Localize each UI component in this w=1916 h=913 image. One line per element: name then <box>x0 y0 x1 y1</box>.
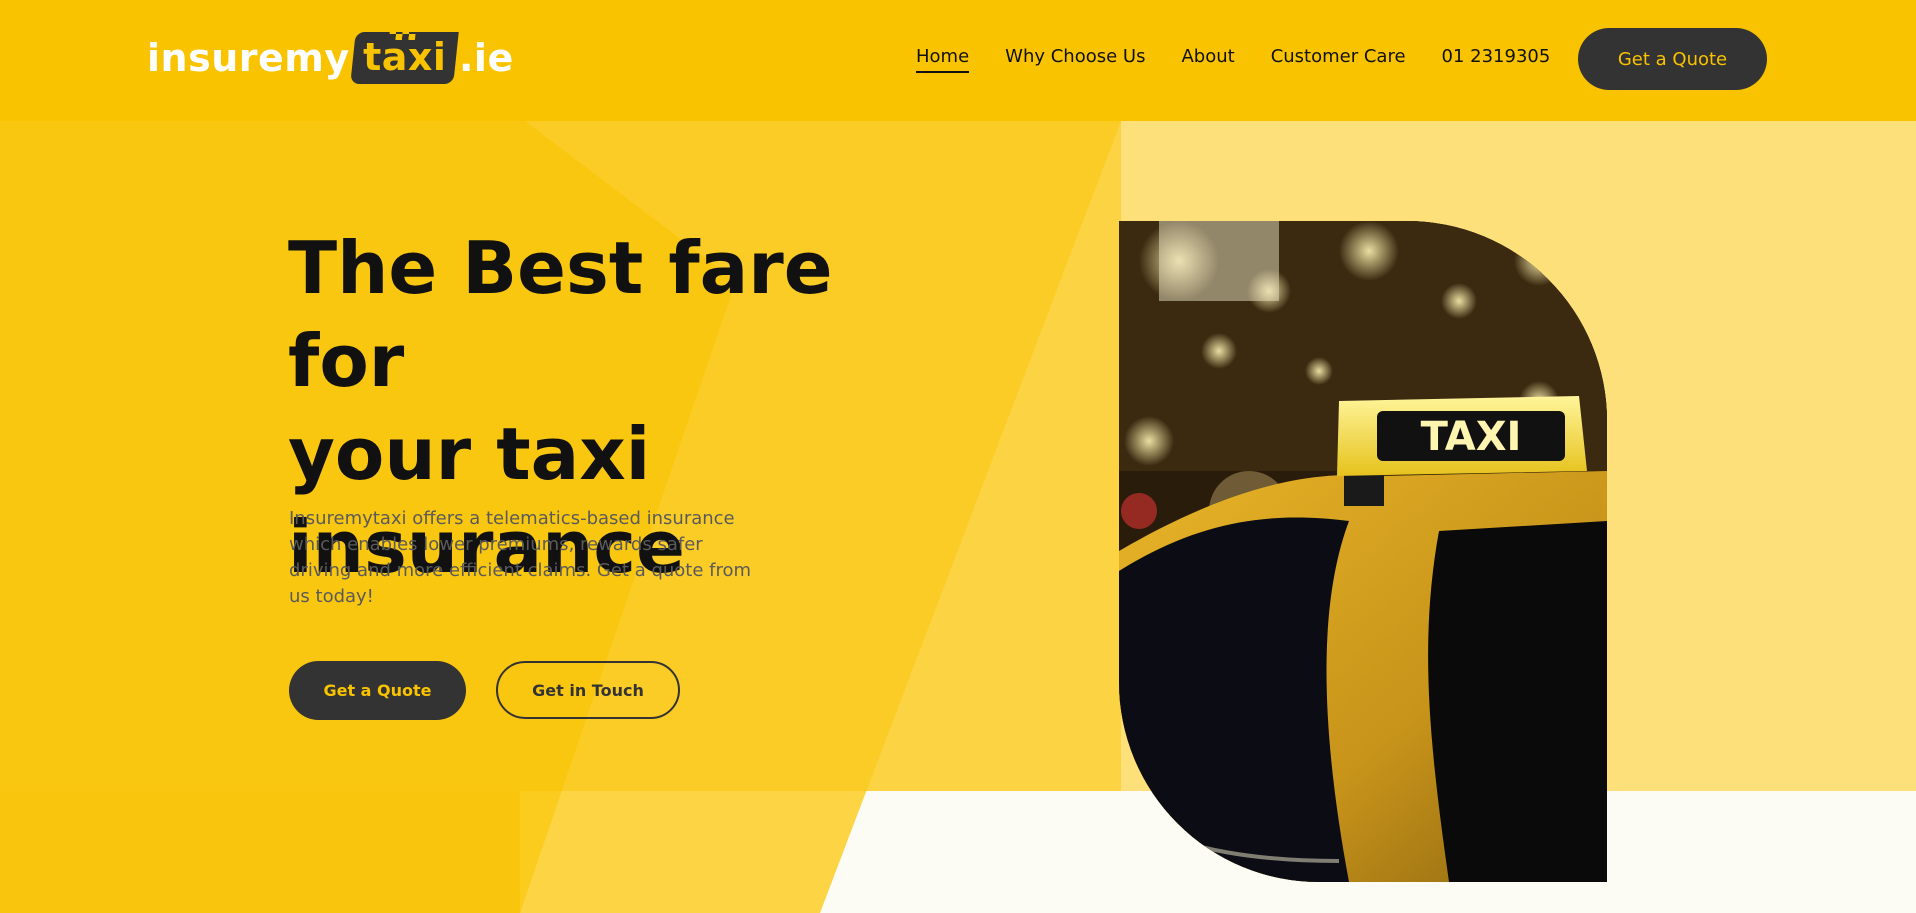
logo-text-pre: insuremy <box>147 36 350 80</box>
taxi-illustration: TAXI <box>1119 221 1607 882</box>
bg-lower-left <box>0 791 520 913</box>
site-header: insuremy taxi .ie Home Why Choose Us Abo… <box>0 0 1916 121</box>
hero-get-quote-button[interactable]: Get a Quote <box>289 661 466 720</box>
logo-text-box: taxi <box>362 35 447 79</box>
main-nav: Home Why Choose Us About Customer Care 0… <box>916 46 1586 73</box>
hero-description: Insuremytaxi offers a telematics-based i… <box>289 508 752 607</box>
hero-get-in-touch-button[interactable]: Get in Touch <box>496 661 680 719</box>
nav-item-why-choose-us[interactable]: Why Choose Us <box>1005 46 1145 67</box>
nav-item-customer-care[interactable]: Customer Care <box>1271 46 1406 67</box>
hero-title-line-2: your taxi <box>288 412 651 496</box>
taxi-sign-text: TAXI <box>1421 414 1522 460</box>
site-logo[interactable]: insuremy taxi .ie <box>147 28 514 86</box>
hero-title-line-1: The Best fare for <box>288 226 833 403</box>
logo-taxi-box: taxi <box>349 28 459 84</box>
logo-text-post: .ie <box>458 36 514 80</box>
nav-item-home[interactable]: Home <box>916 46 970 73</box>
nav-item-phone[interactable]: 01 2319305 <box>1442 46 1551 67</box>
header-get-quote-button[interactable]: Get a Quote <box>1578 28 1767 90</box>
hero-taxi-image: TAXI <box>1119 221 1607 882</box>
nav-item-about[interactable]: About <box>1181 46 1234 67</box>
